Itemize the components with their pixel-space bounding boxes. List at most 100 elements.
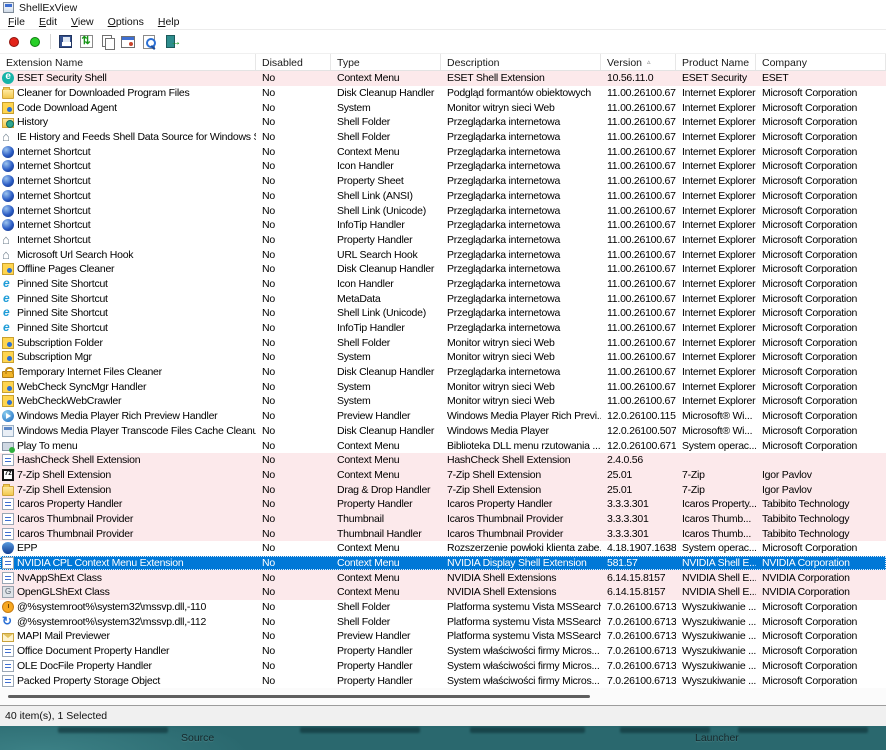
extension-name-text: Icaros Thumbnail Provider: [17, 513, 133, 525]
menu-file[interactable]: File: [1, 16, 32, 28]
table-row[interactable]: Pinned Site ShortcutNoIcon HandlerPrzegl…: [0, 277, 886, 292]
table-row[interactable]: Internet ShortcutNoIcon HandlerPrzegląda…: [0, 159, 886, 174]
table-row[interactable]: NvAppShExt ClassNoContext MenuNVIDIA She…: [0, 570, 886, 585]
menu-help[interactable]: Help: [151, 16, 187, 28]
column-header-product[interactable]: Product Name: [676, 54, 756, 70]
column-header-description[interactable]: Description: [441, 54, 601, 70]
extension-name-text: Subscription Folder: [17, 337, 103, 349]
cell-type: Property Handler: [331, 673, 441, 688]
cell-company: Microsoft Corporation: [756, 159, 886, 174]
cell-version: 581.57: [601, 556, 676, 571]
cell-type: Icon Handler: [331, 277, 441, 292]
cell-disabled: No: [256, 71, 331, 86]
table-row[interactable]: Packed Property Storage ObjectNoProperty…: [0, 673, 886, 688]
column-header-company[interactable]: Company: [756, 54, 886, 70]
table-row[interactable]: Pinned Site ShortcutNoShell Link (Unicod…: [0, 306, 886, 321]
table-row[interactable]: HashCheck Shell ExtensionNoContext MenuH…: [0, 453, 886, 468]
cell-product: Internet Explorer: [676, 394, 756, 409]
column-header-disabled[interactable]: Disabled: [256, 54, 331, 70]
table-row[interactable]: Subscription FolderNoShell FolderMonitor…: [0, 335, 886, 350]
cell-version: 3.3.3.301: [601, 512, 676, 527]
cell-disabled: No: [256, 673, 331, 688]
table-row[interactable]: Subscription MgrNoSystemMonitor witryn s…: [0, 350, 886, 365]
menu-options[interactable]: Options: [101, 16, 151, 28]
menu-view[interactable]: View: [64, 16, 101, 28]
table-row[interactable]: Offline Pages CleanerNoDisk Cleanup Hand…: [0, 262, 886, 277]
cell-type: Icon Handler: [331, 159, 441, 174]
table-row[interactable]: WebCheckWebCrawlerNoSystemMonitor witryn…: [0, 394, 886, 409]
column-header-name[interactable]: Extension Name: [0, 54, 256, 70]
extension-name-text: Internet Shortcut: [17, 175, 90, 187]
cell-type: Context Menu: [331, 453, 441, 468]
cell-name: OLE DocFile Property Handler: [0, 659, 256, 674]
toolbar-button-properties[interactable]: [118, 33, 138, 51]
table-row[interactable]: Play To menuNoContext MenuBiblioteka DLL…: [0, 438, 886, 453]
toolbar-button-enable-selected[interactable]: [25, 33, 45, 51]
column-header-label: Description: [447, 57, 500, 69]
table-row[interactable]: MAPI Mail PreviewerNoPreview HandlerPlat…: [0, 629, 886, 644]
table-row[interactable]: OpenGLShExt ClassNoContext MenuNVIDIA Sh…: [0, 585, 886, 600]
cell-version: 12.0.26100.671...: [601, 438, 676, 453]
ie-icon: [2, 293, 14, 305]
table-row[interactable]: Internet ShortcutNoShell Link (Unicode)P…: [0, 203, 886, 218]
table-row[interactable]: Pinned Site ShortcutNoMetaDataPrzeglądar…: [0, 291, 886, 306]
list-header: Extension NameDisabledType Description Ver…: [0, 53, 886, 71]
table-row[interactable]: EPPNoContext MenuRozszerzenie powłoki kl…: [0, 541, 886, 556]
cell-product: Internet Explorer: [676, 189, 756, 204]
cell-description: Monitor witryn sieci Web: [441, 335, 601, 350]
desktop-icon-label[interactable]: Source: [181, 732, 214, 744]
table-row[interactable]: HistoryNoShell FolderPrzeglądarka intern…: [0, 115, 886, 130]
cell-name: @%systemroot%\system32\mssvp.dll,-110: [0, 600, 256, 615]
column-header-type[interactable]: Type: [331, 54, 441, 70]
table-row[interactable]: Temporary Internet Files CleanerNoDisk C…: [0, 365, 886, 380]
webcheck-icon: [2, 337, 14, 349]
save-icon: [59, 35, 72, 48]
table-row[interactable]: IE History and Feeds Shell Data Source f…: [0, 130, 886, 145]
table-row[interactable]: WebCheck SyncMgr HandlerNoSystemMonitor …: [0, 379, 886, 394]
table-row[interactable]: Internet ShortcutNoContext MenuPrzegląda…: [0, 144, 886, 159]
table-row[interactable]: Code Download AgentNoSystemMonitor witry…: [0, 100, 886, 115]
cell-product: Internet Explorer: [676, 306, 756, 321]
table-row[interactable]: Cleaner for Downloaded Program FilesNoDi…: [0, 86, 886, 101]
toolbar-button-find[interactable]: [139, 33, 159, 51]
table-row[interactable]: Icaros Property HandlerNoProperty Handle…: [0, 497, 886, 512]
table-row[interactable]: Icaros Thumbnail ProviderNoThumbnail Han…: [0, 526, 886, 541]
column-header-version[interactable]: Version▵: [601, 54, 676, 70]
table-row[interactable]: @%systemroot%\system32\mssvp.dll,-110NoS…: [0, 600, 886, 615]
table-row[interactable]: Internet ShortcutNoShell Link (ANSI)Prze…: [0, 189, 886, 204]
table-row[interactable]: Internet ShortcutNoProperty HandlerPrzeg…: [0, 233, 886, 248]
scrollbar-thumb[interactable]: [8, 695, 590, 698]
table-row[interactable]: Office Document Property HandlerNoProper…: [0, 644, 886, 659]
cell-type: Property Handler: [331, 659, 441, 674]
table-row[interactable]: ESET Security ShellNoContext MenuESET Sh…: [0, 71, 886, 86]
sort-ascending-icon: ▵: [647, 58, 651, 66]
table-row[interactable]: 7-Zip Shell ExtensionNoDrag & Drop Handl…: [0, 482, 886, 497]
cell-name: Pinned Site Shortcut: [0, 291, 256, 306]
horizontal-scrollbar[interactable]: [0, 688, 886, 706]
toolbar-button-exit[interactable]: [160, 33, 180, 51]
table-row[interactable]: 7-Zip Shell ExtensionNoContext Menu7-Zip…: [0, 468, 886, 483]
desktop-icon-label[interactable]: Launcher: [695, 732, 739, 744]
toolbar-button-refresh[interactable]: ⇅: [76, 33, 96, 51]
toolbar-button-disable-selected[interactable]: [4, 33, 24, 51]
red-dot-icon: [9, 37, 19, 47]
cell-description: 7-Zip Shell Extension: [441, 468, 601, 483]
toolbar-button-save[interactable]: [55, 33, 75, 51]
table-row[interactable]: Windows Media Player Transcode Files Cac…: [0, 424, 886, 439]
table-row[interactable]: Microsoft Url Search HookNoURL Search Ho…: [0, 247, 886, 262]
cell-version: 7.0.26100.6713 ...: [601, 614, 676, 629]
table-row[interactable]: Pinned Site ShortcutNoInfoTip HandlerPrz…: [0, 321, 886, 336]
cell-disabled: No: [256, 585, 331, 600]
extension-name-text: ESET Security Shell: [17, 72, 107, 84]
table-row[interactable]: OLE DocFile Property HandlerNoProperty H…: [0, 659, 886, 674]
cell-company: NVIDIA Corporation: [756, 585, 886, 600]
table-row[interactable]: Icaros Thumbnail ProviderNoThumbnailIcar…: [0, 512, 886, 527]
toolbar-button-copy[interactable]: [97, 33, 117, 51]
table-row[interactable]: Internet ShortcutNoInfoTip HandlerPrzegl…: [0, 218, 886, 233]
menu-edit[interactable]: Edit: [32, 16, 64, 28]
cell-description: ESET Shell Extension: [441, 71, 601, 86]
table-row[interactable]: @%systemroot%\system32\mssvp.dll,-112NoS…: [0, 614, 886, 629]
table-row[interactable]: NVIDIA CPL Context Menu ExtensionNoConte…: [0, 556, 886, 571]
table-row[interactable]: Internet ShortcutNoProperty SheetPrzeglą…: [0, 174, 886, 189]
table-row[interactable]: Windows Media Player Rich Preview Handle…: [0, 409, 886, 424]
